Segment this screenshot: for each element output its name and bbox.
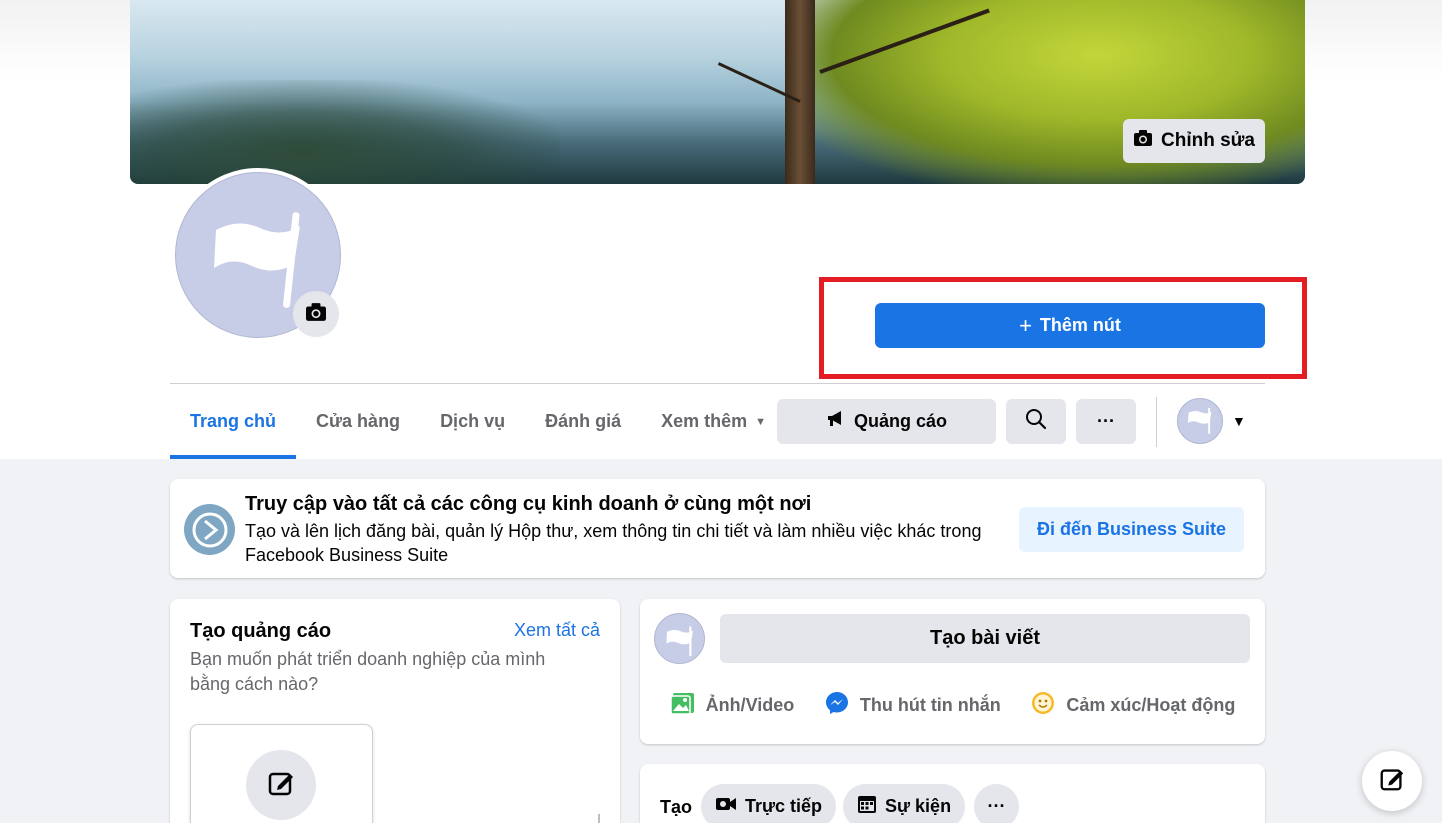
plus-icon: + (1019, 312, 1032, 338)
create-label: Tạo (660, 797, 693, 817)
new-message-button[interactable] (1362, 751, 1422, 811)
update-profile-picture-button[interactable] (293, 291, 339, 337)
tab-reviews[interactable]: Đánh giá (525, 384, 641, 459)
edit-cover-button[interactable]: Chỉnh sửa (1123, 119, 1265, 163)
flag-icon (1186, 404, 1214, 439)
separator (1156, 397, 1157, 447)
video-camera-icon (715, 796, 737, 817)
smiley-icon (1030, 690, 1056, 721)
more-icon: ··· (1097, 411, 1115, 431)
business-banner-description: Tạo và lên lịch đăng bài, quản lý Hộp th… (245, 521, 982, 565)
tab-more[interactable]: Xem thêm ▼ (641, 384, 786, 459)
create-ad-title: Tạo quảng cáo (190, 620, 332, 642)
calendar-icon (857, 794, 877, 819)
business-suite-icon (184, 504, 235, 555)
scrollbar[interactable] (598, 814, 600, 823)
camera-icon (1133, 129, 1153, 153)
post-composer: Tạo bài viết Ảnh/Video Thu hút tin nhắn … (640, 599, 1265, 744)
edit-icon (266, 768, 296, 803)
advertise-button[interactable]: Quảng cáo (777, 399, 996, 444)
page-avatar-switcher[interactable] (1177, 398, 1223, 444)
caret-down-icon[interactable]: ▼ (1232, 413, 1246, 429)
page-tabs: Trang chủ Cửa hàng Dịch vụ Đánh giá Xem … (170, 384, 786, 459)
see-all-link[interactable]: Xem tất cả (514, 620, 600, 641)
event-button[interactable]: Sự kiện (843, 784, 966, 823)
ad-option-card[interactable] (190, 724, 373, 823)
business-suite-banner: Truy cập vào tất cả các công cụ kinh doa… (170, 479, 1265, 578)
camera-icon (304, 302, 328, 327)
photo-video-button[interactable]: Ảnh/Video (669, 691, 794, 720)
go-to-business-suite-button[interactable]: Đi đến Business Suite (1019, 507, 1244, 552)
live-video-button[interactable]: Trực tiếp (701, 784, 837, 823)
more-icon: ··· (987, 796, 1006, 816)
flag-icon (208, 198, 308, 313)
more-create-button[interactable]: ··· (974, 784, 1019, 823)
tab-services[interactable]: Dịch vụ (420, 384, 525, 459)
avatar (654, 613, 705, 664)
more-options-button[interactable]: ··· (1076, 399, 1136, 444)
add-button-label: Thêm nút (1039, 315, 1121, 335)
feeling-activity-button[interactable]: Cảm xúc/Hoạt động (1030, 690, 1235, 721)
photo-icon (669, 691, 696, 720)
compose-icon (1378, 765, 1406, 798)
create-bar: Tạo Trực tiếp Sự kiện ··· (640, 764, 1265, 823)
megaphone-icon (826, 410, 846, 433)
advertise-label: Quảng cáo (853, 411, 947, 431)
tab-home[interactable]: Trang chủ (170, 384, 297, 459)
add-button[interactable]: + Thêm nút (875, 303, 1265, 348)
messenger-icon (824, 690, 850, 721)
tab-shop[interactable]: Cửa hàng (296, 384, 420, 459)
search-icon (1025, 408, 1047, 435)
get-messages-button[interactable]: Thu hút tin nhắn (824, 690, 1001, 721)
create-post-button[interactable]: Tạo bài viết (720, 614, 1250, 663)
create-ad-card: Tạo quảng cáo Xem tất cả Bạn muốn phát t… (170, 599, 620, 823)
business-banner-title: Truy cập vào tất cả các công cụ kinh doa… (245, 493, 812, 515)
create-ad-description: Bạn muốn phát triển doanh nghiệp của mìn… (190, 649, 546, 694)
search-button[interactable] (1006, 399, 1066, 444)
caret-down-icon: ▼ (755, 415, 767, 428)
edit-cover-label: Chỉnh sửa (1161, 130, 1255, 151)
